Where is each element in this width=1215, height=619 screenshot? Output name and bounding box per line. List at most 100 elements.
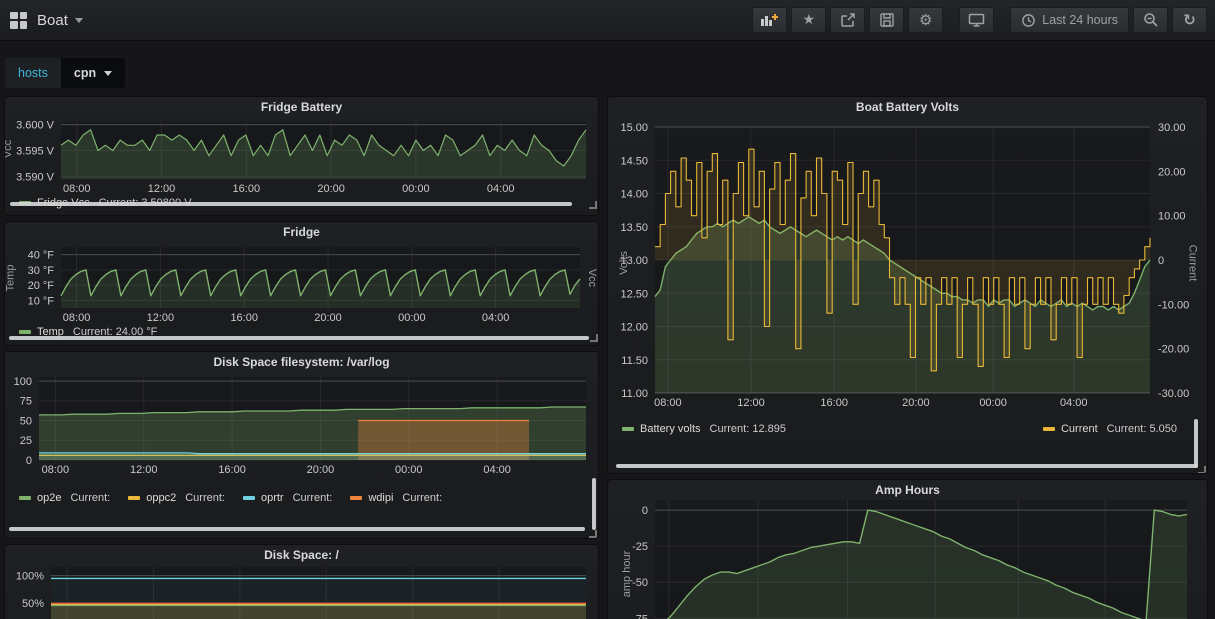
legend-swatch-icon (19, 330, 31, 334)
svg-text:0: 0 (642, 505, 648, 517)
panel-title[interactable]: Fridge (5, 222, 598, 242)
legend-series-value: Current: (185, 492, 225, 504)
disk-varlog-legend: op2e Current: oppc2 Current: oprtr Current: wd… (19, 492, 598, 504)
horizontal-scrollbar[interactable] (616, 464, 1198, 468)
fridge-battery-chart[interactable]: 08:00 12:00 16:00 20:00 00:00 04:00 3.600 V 3.5… (9, 117, 594, 195)
template-var-value-dropdown[interactable]: cpn (60, 58, 126, 88)
svg-text:-30.00: -30.00 (1158, 388, 1189, 400)
panel-resize-handle[interactable] (1198, 466, 1206, 473)
svg-text:00:00: 00:00 (402, 183, 430, 195)
template-var-value: cpn (73, 66, 97, 80)
svg-text:20.00: 20.00 (1158, 166, 1186, 178)
panel-resize-handle[interactable] (590, 334, 598, 342)
dashboard-grid-logo-icon[interactable] (10, 11, 27, 29)
boat-volts-legend-row: Battery volts Current: 12.895 Current Curr… (608, 417, 1207, 435)
legend-item[interactable]: oprtr Current: (242, 492, 333, 504)
star-icon: ★ (802, 12, 816, 28)
panel-title[interactable]: Disk Space filesystem: /var/log (5, 352, 598, 372)
svg-text:20:00: 20:00 (314, 312, 342, 324)
legend-series-label: wdipi (368, 492, 394, 504)
svg-text:00:00: 00:00 (398, 312, 426, 324)
horizontal-scrollbar[interactable] (9, 527, 585, 531)
template-var-label[interactable]: hosts (5, 58, 61, 88)
add-graph-button[interactable] (752, 7, 788, 33)
vertical-scrollbar[interactable] (1194, 419, 1198, 468)
svg-text:04:00: 04:00 (482, 312, 510, 324)
monitor-icon (969, 13, 985, 27)
zoom-out-button[interactable] (1133, 7, 1168, 33)
legend-item[interactable]: oppc2 Current: (128, 492, 225, 504)
svg-text:30.00: 30.00 (1158, 122, 1186, 134)
svg-text:40 °F: 40 °F (28, 250, 55, 262)
svg-text:08:00: 08:00 (654, 397, 682, 409)
disk-varlog-chart[interactable]: 08:00 12:00 16:00 20:00 00:00 04:00 100 75 50 25 0 (9, 372, 594, 476)
vertical-scrollbar[interactable] (592, 478, 596, 530)
disk-root-chart[interactable]: 100% 50% (9, 567, 594, 619)
legend-item[interactable]: wdipi Current: (350, 492, 442, 504)
amp-hours-chart[interactable]: 0 -25 -50 -75 (612, 500, 1203, 619)
dashboard-title[interactable]: Boat (37, 12, 68, 29)
svg-text:15.00: 15.00 (620, 122, 648, 134)
legend-swatch-icon (128, 496, 141, 500)
panel-resize-handle[interactable] (589, 201, 597, 209)
svg-text:3.590 V: 3.590 V (16, 171, 55, 183)
horizontal-scrollbar[interactable] (9, 336, 589, 340)
legend-item[interactable]: Current Current: 5.050 (1042, 423, 1177, 435)
legend-swatch-icon (622, 427, 634, 431)
svg-text:-10.00: -10.00 (1158, 299, 1189, 311)
panel-title[interactable]: Disk Space: / (5, 545, 598, 565)
time-range-button[interactable]: Last 24 hours (1010, 7, 1129, 33)
horizontal-scrollbar[interactable] (10, 202, 572, 206)
svg-text:12:00: 12:00 (148, 183, 176, 195)
panel-boat-battery-volts: Boat Battery Volts 08:00 12:00 16:00 20:00 0… (608, 97, 1207, 473)
navbar-left: Boat (10, 0, 83, 40)
legend-item[interactable]: Battery volts Current: 12.895 (622, 423, 786, 435)
settings-button[interactable]: ⚙ (908, 7, 944, 33)
chevron-down-icon[interactable] (74, 17, 83, 23)
legend-swatch-icon (19, 496, 31, 500)
boat-battery-volts-chart[interactable]: 08:00 12:00 16:00 20:00 00:00 04:00 15.00 14.50… (612, 117, 1203, 417)
legend-series-value: Current: (292, 492, 333, 504)
legend-item[interactable]: op2e Current: (19, 492, 110, 504)
svg-text:25: 25 (20, 435, 32, 447)
legend-series-label: Battery volts (640, 423, 701, 435)
boat-volts-legend-left: Battery volts Current: 12.895 (622, 423, 804, 435)
fridge-chart[interactable]: 08:00 12:00 16:00 20:00 00:00 04:00 40 °F 30 °F… (9, 242, 594, 324)
svg-text:14.50: 14.50 (620, 155, 648, 167)
magnifier-minus-icon (1143, 13, 1158, 27)
refresh-button[interactable]: ↻ (1172, 7, 1207, 33)
share-button[interactable] (830, 7, 866, 33)
panel-title[interactable]: Amp Hours (608, 480, 1207, 500)
svg-text:04:00: 04:00 (483, 464, 511, 476)
star-button[interactable]: ★ (791, 7, 827, 33)
svg-text:-50: -50 (632, 577, 648, 589)
panel-title[interactable]: Boat Battery Volts (608, 97, 1207, 117)
clock-icon (1022, 13, 1036, 27)
svg-text:20:00: 20:00 (317, 183, 345, 195)
panel-disk-root: Disk Space: / 100% 50% (5, 545, 598, 619)
svg-text:10 °F: 10 °F (28, 295, 55, 307)
svg-text:100%: 100% (16, 571, 44, 583)
time-range-label: Last 24 hours (1042, 13, 1118, 27)
save-button[interactable] (869, 7, 905, 33)
legend-series-label: oprtr (260, 492, 284, 504)
svg-text:16:00: 16:00 (820, 397, 848, 409)
panel-resize-handle[interactable] (589, 530, 597, 538)
gear-icon: ⚙ (919, 10, 933, 29)
svg-text:20:00: 20:00 (902, 397, 930, 409)
svg-text:30 °F: 30 °F (28, 265, 55, 277)
svg-text:50%: 50% (22, 598, 44, 610)
svg-text:3.600 V: 3.600 V (16, 120, 55, 132)
template-variables-row: hosts cpn (5, 58, 126, 88)
panel-title[interactable]: Fridge Battery (5, 97, 598, 117)
cycle-view-button[interactable] (959, 7, 995, 33)
panel-fridge: Fridge 08:00 12:00 16:00 20:00 00:00 04:00 40 … (5, 222, 598, 345)
legend-series-value: Current: (402, 492, 443, 504)
svg-text:3.595 V: 3.595 V (16, 146, 55, 158)
legend-series-value: Current: 12.895 (709, 423, 786, 435)
legend-swatch-icon (1042, 427, 1055, 431)
save-icon (880, 13, 894, 27)
svg-text:10.00: 10.00 (1158, 211, 1186, 223)
svg-text:11.50: 11.50 (621, 355, 648, 367)
add-graph-icon (761, 13, 779, 26)
